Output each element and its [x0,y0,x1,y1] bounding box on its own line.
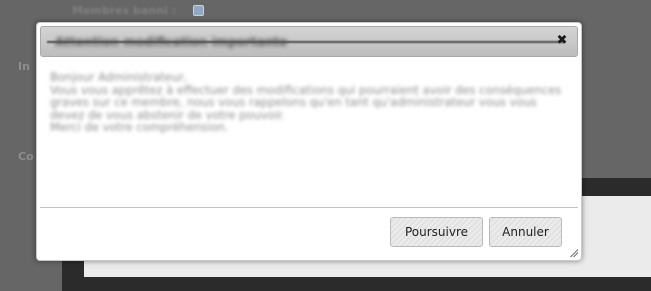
dialog-message: Bonjour Administrateur, Vous vous apprêt… [50,71,565,134]
dialog-title: Attention modification importante [55,35,288,49]
message-line: graves sur ce membre, nous vous rappelon… [50,95,537,110]
message-line: Merci de votre compréhension. [50,120,229,135]
continue-button[interactable]: Poursuivre [390,217,483,247]
cancel-button[interactable]: Annuler [489,217,562,247]
resize-grip-icon[interactable] [569,248,578,257]
close-icon[interactable]: ✖ [555,34,569,48]
button-pane-divider [40,207,578,208]
confirmation-dialog: Attention modification importante ✖ Bonj… [36,22,582,261]
message-line: Bonjour Administrateur, [50,70,188,84]
dialog-titlebar[interactable]: Attention modification importante ✖ [40,26,578,57]
